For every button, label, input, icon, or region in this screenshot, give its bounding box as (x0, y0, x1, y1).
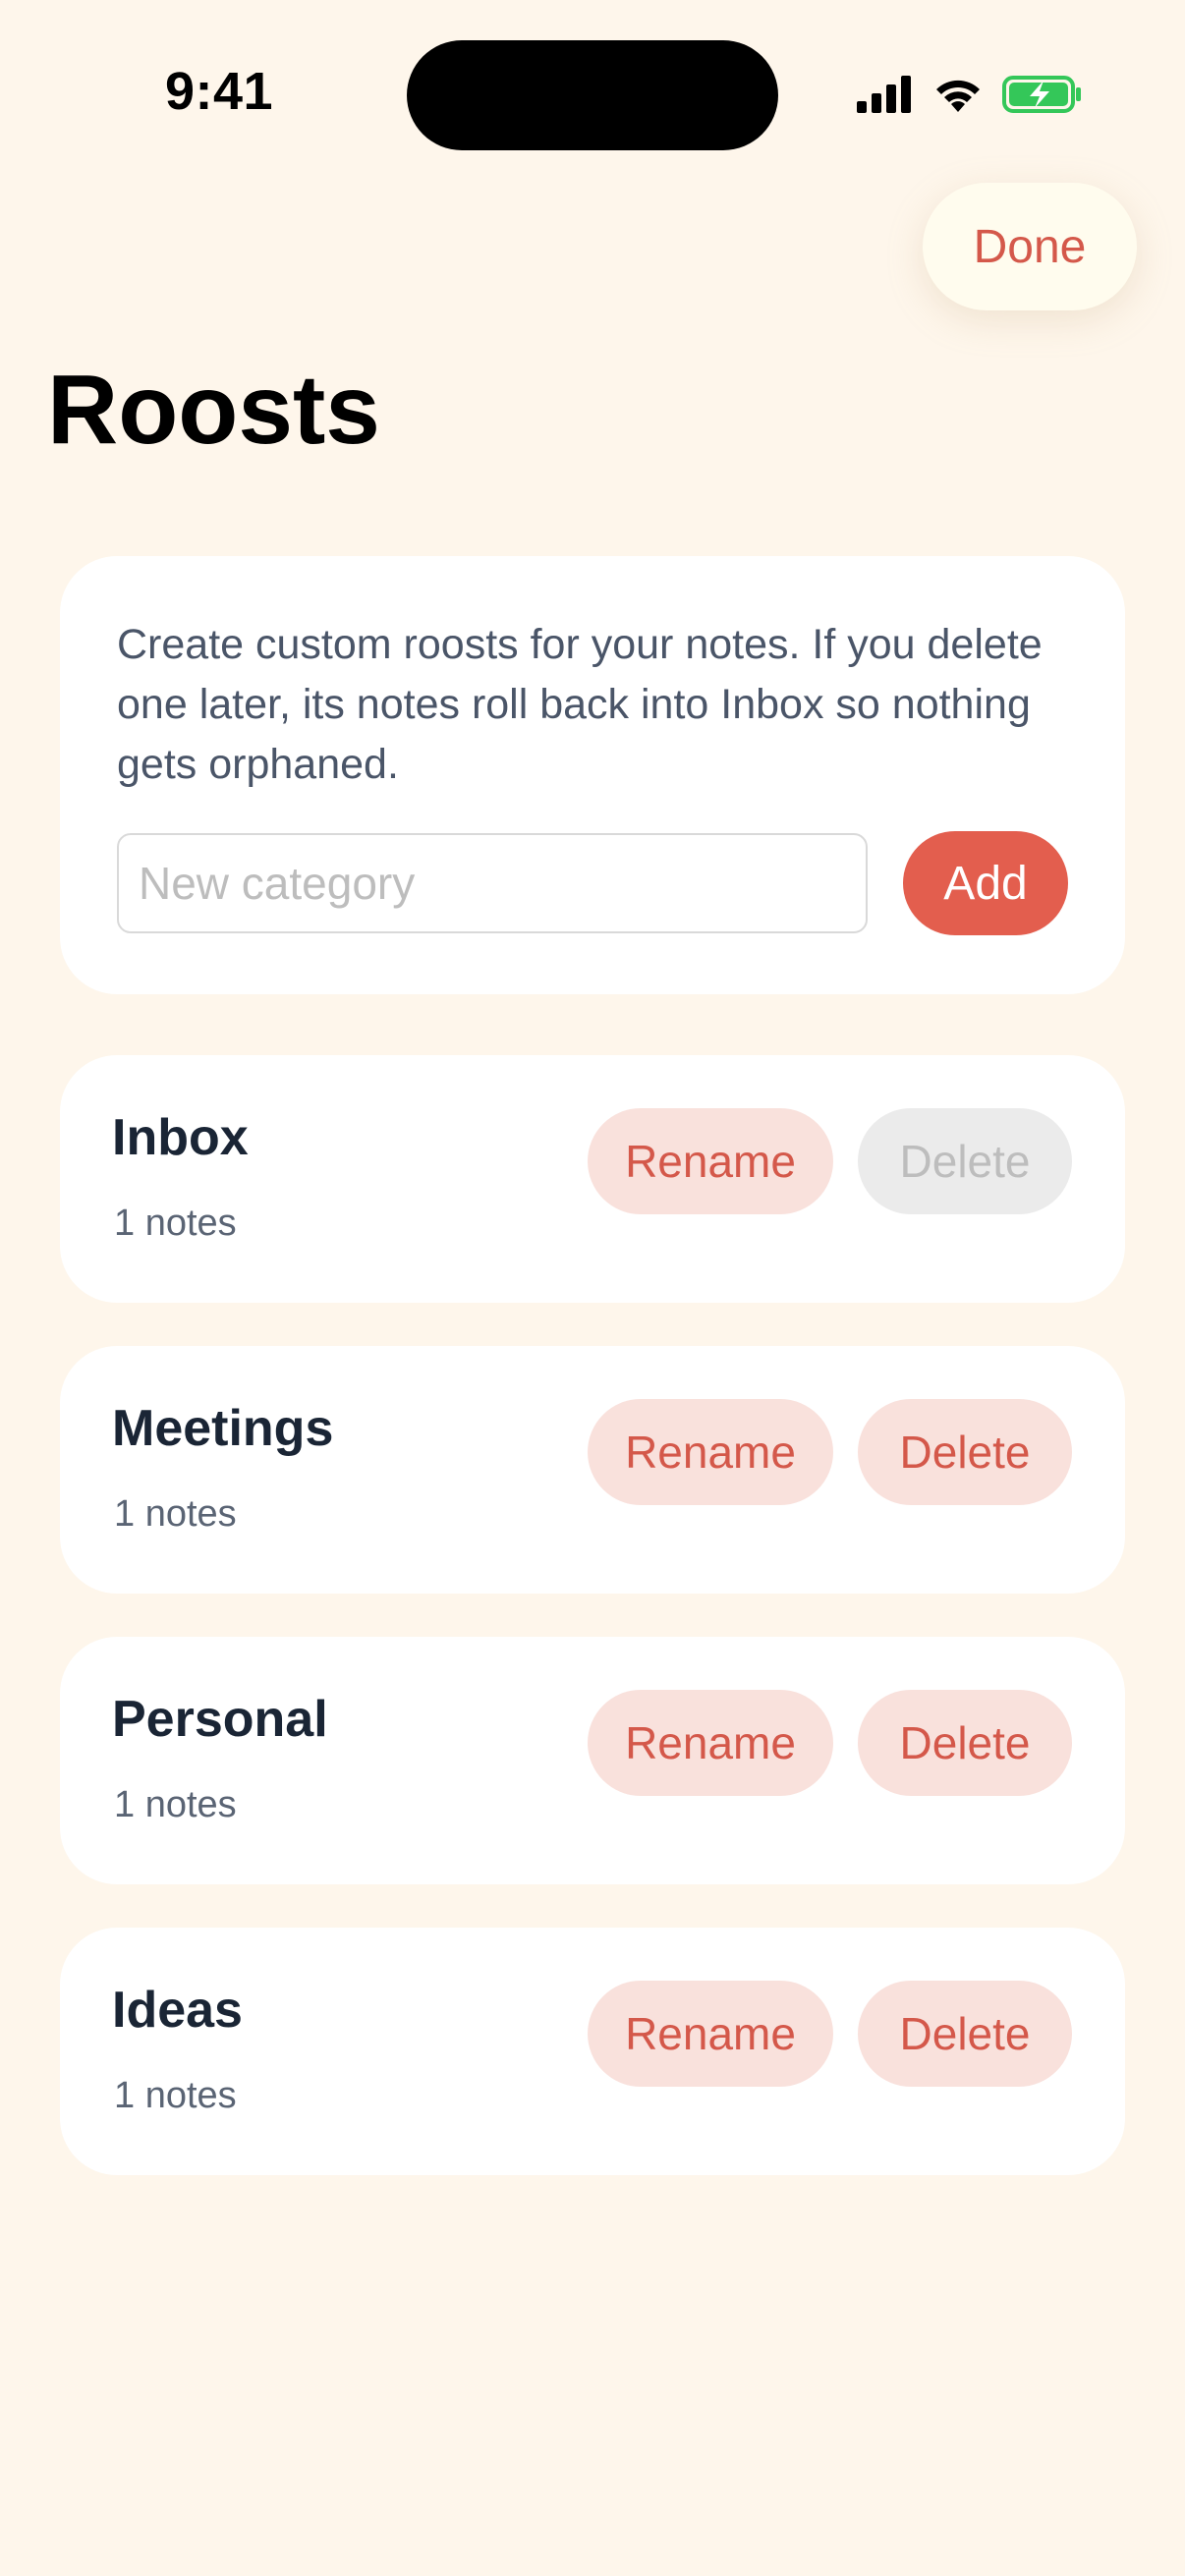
new-category-card: Create custom roosts for your notes. If … (60, 556, 1125, 994)
category-name: Ideas (112, 1982, 243, 2039)
add-category-button[interactable]: Add (903, 831, 1068, 935)
rename-button[interactable]: Rename (588, 1981, 833, 2087)
wifi-icon (936, 80, 980, 112)
rename-button[interactable]: Rename (588, 1108, 833, 1214)
cellular-signal-icon (857, 76, 911, 113)
intro-description: Create custom roosts for your notes. If … (117, 621, 1043, 788)
rename-button[interactable]: Rename (588, 1399, 833, 1505)
dynamic-island (407, 40, 778, 150)
status-bar: 9:41 (0, 0, 1185, 177)
delete-button-disabled: Delete (858, 1108, 1072, 1214)
category-name: Personal (112, 1691, 328, 1748)
category-note-count: 1 notes (114, 2075, 237, 2116)
category-note-count: 1 notes (114, 1203, 237, 1244)
new-category-input[interactable] (117, 833, 868, 933)
done-button[interactable]: Done (923, 183, 1137, 310)
category-card-inbox: Inbox 1 notes Rename Delete (60, 1055, 1125, 1303)
category-card-meetings: Meetings 1 notes Rename Delete (60, 1346, 1125, 1594)
status-icons (857, 75, 1083, 114)
delete-button[interactable]: Delete (858, 1399, 1072, 1505)
category-note-count: 1 notes (114, 1784, 237, 1825)
category-card-personal: Personal 1 notes Rename Delete (60, 1637, 1125, 1884)
status-time: 9:41 (165, 62, 274, 121)
category-name: Meetings (112, 1400, 334, 1457)
delete-button[interactable]: Delete (858, 1690, 1072, 1796)
category-note-count: 1 notes (114, 1493, 237, 1535)
page-title: Roosts (47, 355, 380, 465)
rename-button[interactable]: Rename (588, 1690, 833, 1796)
battery-charging-icon (1002, 76, 1081, 113)
category-name: Inbox (112, 1109, 249, 1166)
delete-button[interactable]: Delete (858, 1981, 1072, 2087)
category-card-ideas: Ideas 1 notes Rename Delete (60, 1928, 1125, 2175)
